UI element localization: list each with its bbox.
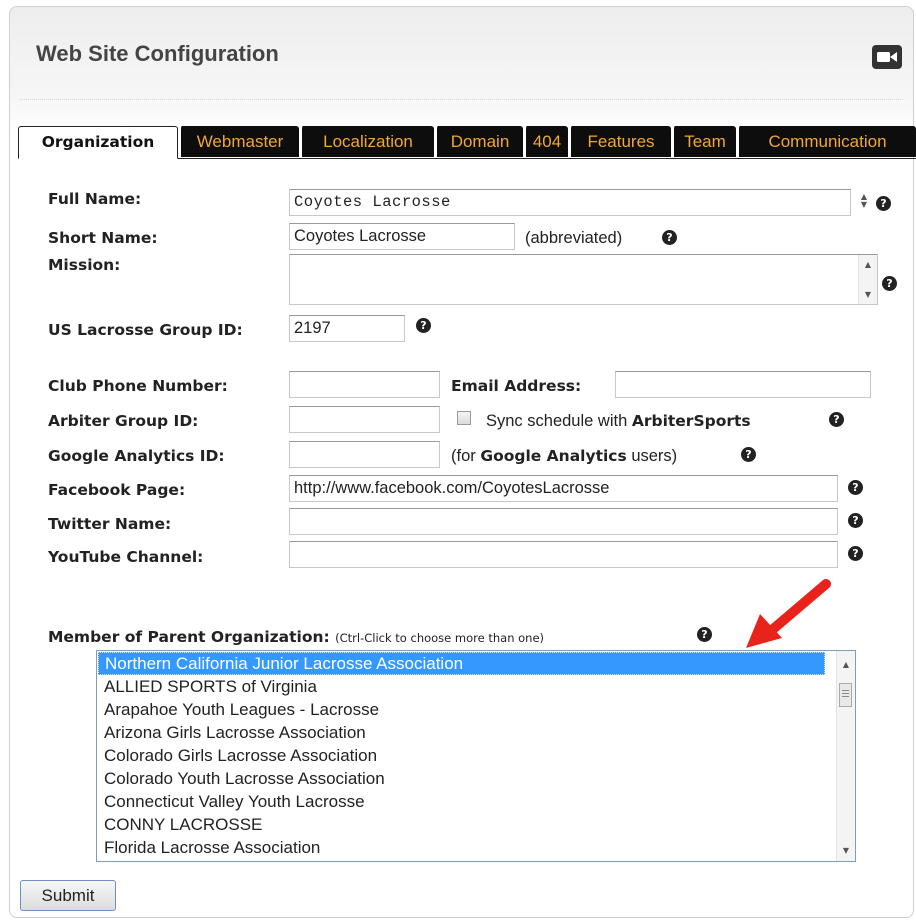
mission-scrollbar[interactable]: ▲ ▼ [858, 255, 877, 304]
youtube-input[interactable] [289, 541, 838, 568]
google-analytics-help-icon[interactable]: ? [741, 447, 756, 462]
short-name-label: Short Name: [48, 229, 158, 247]
facebook-input[interactable]: http://www.facebook.com/CoyotesLacrosse [289, 475, 838, 502]
email-label: Email Address: [451, 377, 582, 395]
list-item[interactable]: Colorado Girls Lacrosse Association [97, 744, 855, 767]
scroll-down-icon[interactable]: ▼ [840, 847, 852, 855]
full-name-resize-icon[interactable]: ▲ ▼ [858, 193, 870, 209]
youtube-help-icon[interactable]: ? [848, 546, 863, 561]
short-name-help-icon[interactable]: ? [662, 230, 677, 245]
list-item[interactable]: ALLIED SPORTS of Virginia [97, 675, 855, 698]
mission-label: Mission: [48, 256, 121, 274]
twitter-label: Twitter Name: [48, 515, 172, 533]
sync-arbiter-label: Sync schedule with ArbiterSports [486, 412, 751, 430]
tab-404[interactable]: 404 [524, 126, 568, 157]
submit-button[interactable]: Submit [20, 880, 116, 911]
email-input[interactable] [615, 371, 871, 398]
scroll-down-icon[interactable]: ▼ [862, 291, 874, 299]
video-camera-icon[interactable] [871, 44, 903, 70]
tab-features[interactable]: Features [569, 126, 671, 157]
scroll-up-icon[interactable]: ▲ [840, 661, 852, 669]
red-arrow-annotation [746, 579, 831, 648]
full-name-label: Full Name: [48, 190, 142, 208]
twitter-input[interactable] [289, 508, 838, 535]
club-phone-input[interactable] [289, 371, 440, 398]
sync-arbiter-checkbox[interactable] [457, 411, 471, 425]
scroll-up-icon[interactable]: ▲ [862, 261, 874, 269]
tab-domain[interactable]: Domain [435, 126, 523, 157]
short-name-input[interactable]: Coyotes Lacrosse [289, 223, 515, 250]
us-lacrosse-id-label: US Lacrosse Group ID: [48, 321, 243, 339]
arbiter-id-label: Arbiter Group ID: [48, 412, 199, 430]
tab-localization[interactable]: Localization [300, 126, 434, 157]
list-item[interactable]: Arizona Girls Lacrosse Association [97, 721, 855, 744]
parent-org-help-icon[interactable]: ? [697, 627, 712, 642]
scroll-thumb[interactable] [839, 683, 852, 707]
list-item[interactable]: Florida Lacrosse Association [97, 836, 855, 859]
list-item[interactable]: Connecticut Valley Youth Lacrosse [97, 790, 855, 813]
full-name-help-icon[interactable]: ? [876, 196, 891, 211]
list-item[interactable]: Northern California Junior Lacrosse Asso… [98, 652, 825, 675]
parent-org-hint: (Ctrl-Click to choose more than one) [335, 631, 545, 645]
club-phone-label: Club Phone Number: [48, 377, 228, 395]
mission-help-icon[interactable]: ? [882, 276, 897, 291]
arbiter-id-input[interactable] [289, 406, 440, 433]
facebook-label: Facebook Page: [48, 481, 186, 499]
short-name-note: (abbreviated) [525, 229, 623, 247]
list-item[interactable]: Colorado Youth Lacrosse Association [97, 767, 855, 790]
sync-help-icon[interactable]: ? [829, 412, 844, 427]
full-name-input[interactable]: Coyotes Lacrosse [289, 189, 851, 216]
parent-org-label: Member of Parent Organization: (Ctrl-Cli… [48, 628, 545, 646]
tab-bar: Organization Webmaster Localization Doma… [18, 126, 916, 159]
list-item[interactable]: CONNY LACROSSE [97, 813, 855, 836]
tab-organization[interactable]: Organization [18, 126, 178, 159]
tab-communication[interactable]: Communication [737, 126, 916, 157]
youtube-label: YouTube Channel: [48, 548, 204, 566]
google-analytics-note: (for Google Analytics users) [451, 447, 678, 465]
mission-textarea[interactable] [289, 254, 878, 305]
list-item[interactable]: Arapahoe Youth Leagues - Lacrosse [97, 698, 855, 721]
us-lacrosse-id-input[interactable]: 2197 [289, 315, 405, 342]
us-lacrosse-id-help-icon[interactable]: ? [416, 318, 431, 333]
twitter-help-icon[interactable]: ? [848, 513, 863, 528]
tab-webmaster[interactable]: Webmaster [179, 126, 299, 157]
parent-org-listbox[interactable]: Northern California Junior Lacrosse Asso… [96, 650, 856, 862]
tab-team[interactable]: Team [672, 126, 736, 157]
google-analytics-label: Google Analytics ID: [48, 447, 225, 465]
google-analytics-input[interactable] [289, 441, 440, 468]
facebook-help-icon[interactable]: ? [848, 480, 863, 495]
listbox-scrollbar[interactable]: ▲ ▼ [836, 651, 855, 861]
title-divider [20, 99, 903, 100]
page-title: Web Site Configuration [36, 41, 279, 66]
